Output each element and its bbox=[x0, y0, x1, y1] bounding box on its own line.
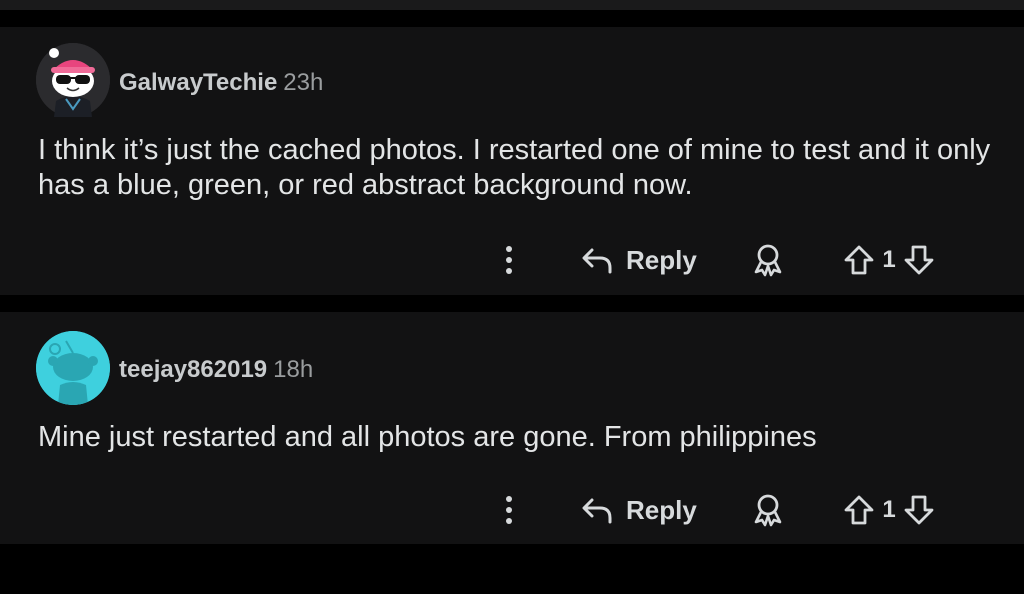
vote-score: 1 bbox=[882, 246, 896, 273]
vote-group: 1 bbox=[842, 240, 936, 280]
username[interactable]: teejay862019 bbox=[119, 356, 267, 383]
comment-text: Mine just restarted and all photos are g… bbox=[38, 421, 817, 453]
upvote-arrow-icon[interactable] bbox=[842, 493, 876, 527]
more-dots-icon bbox=[506, 268, 512, 274]
comment-card: GalwayTechie 23h I think it’s just the ca… bbox=[0, 27, 1024, 295]
more-dots-icon bbox=[506, 246, 512, 252]
comment-meta: teejay862019 18h bbox=[119, 356, 313, 384]
user-avatar[interactable] bbox=[36, 43, 110, 117]
reply-button[interactable]: Reply bbox=[580, 490, 697, 530]
reply-button[interactable]: Reply bbox=[580, 240, 697, 280]
timestamp: 18h bbox=[273, 356, 314, 383]
more-dots-icon bbox=[506, 496, 512, 502]
comment-action-bar: Reply 1 bbox=[0, 240, 1024, 280]
reply-label: Reply bbox=[626, 494, 697, 525]
award-button[interactable] bbox=[750, 242, 786, 278]
more-options-button[interactable] bbox=[494, 490, 524, 530]
more-dots-icon bbox=[506, 257, 512, 263]
comment-card: teejay862019 18h Mine just restarted and … bbox=[0, 312, 1024, 544]
timestamp: 23h bbox=[283, 69, 324, 96]
downvote-arrow-icon[interactable] bbox=[902, 243, 936, 277]
comment-text: I think it’s just the cached photos. I r… bbox=[38, 134, 991, 201]
default-snoo-avatar-icon bbox=[36, 331, 110, 405]
reply-arrow-icon bbox=[582, 248, 612, 274]
comment-meta: GalwayTechie 23h bbox=[119, 69, 323, 97]
top-divider bbox=[0, 0, 1024, 10]
award-icon bbox=[754, 494, 782, 527]
award-button[interactable] bbox=[750, 492, 786, 528]
reply-label: Reply bbox=[626, 244, 697, 275]
snoo-panda-avatar-icon bbox=[36, 43, 110, 117]
vote-group: 1 bbox=[842, 490, 936, 530]
award-icon bbox=[754, 244, 782, 277]
comment-action-bar: Reply 1 bbox=[0, 490, 1024, 530]
vote-score: 1 bbox=[882, 496, 896, 523]
reply-arrow-icon bbox=[582, 498, 612, 524]
more-dots-icon bbox=[506, 507, 512, 513]
user-avatar[interactable] bbox=[36, 331, 110, 405]
username[interactable]: GalwayTechie bbox=[119, 69, 277, 96]
more-options-button[interactable] bbox=[494, 240, 524, 280]
upvote-arrow-icon[interactable] bbox=[842, 243, 876, 277]
downvote-arrow-icon[interactable] bbox=[902, 493, 936, 527]
more-dots-icon bbox=[506, 518, 512, 524]
